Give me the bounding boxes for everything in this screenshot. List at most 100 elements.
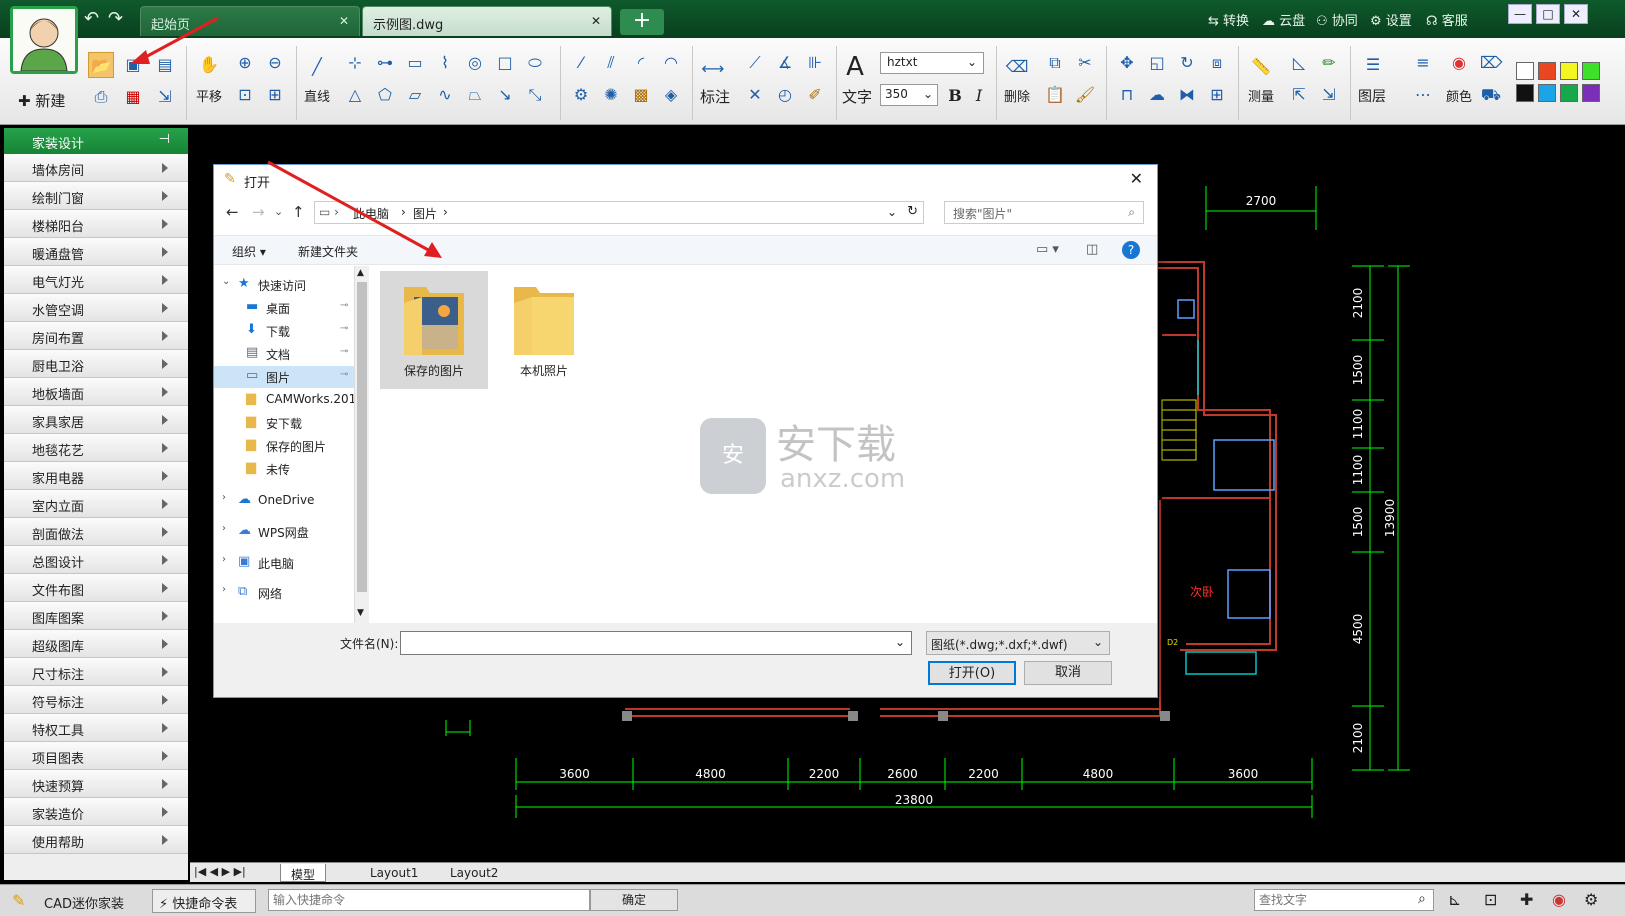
- aligned-dim-icon[interactable]: ⟋: [742, 50, 768, 76]
- sidebar-item[interactable]: 暖通盘管: [4, 238, 188, 266]
- swatch-green[interactable]: [1582, 62, 1600, 80]
- sidebar-item[interactable]: 楼梯阳台: [4, 210, 188, 238]
- collab-link[interactable]: ⚇ 协同: [1316, 10, 1358, 29]
- tab-layout2[interactable]: Layout2: [440, 864, 508, 882]
- import-icon[interactable]: ⇱: [1286, 82, 1312, 108]
- revcloud-icon[interactable]: ✺: [598, 82, 624, 108]
- sidebar-item[interactable]: 地板墙面: [4, 378, 188, 406]
- node-icon[interactable]: ⊶: [372, 50, 398, 76]
- dialog-search-input[interactable]: 搜索"图片" ⌕: [944, 201, 1144, 224]
- layers-icon[interactable]: ☰: [1360, 52, 1386, 78]
- radius-icon[interactable]: ◴: [772, 82, 798, 108]
- text-label[interactable]: 文字: [842, 86, 872, 107]
- triangle-icon[interactable]: △: [342, 82, 368, 108]
- sidebar-item[interactable]: 项目图表: [4, 742, 188, 770]
- swatch-yellow[interactable]: [1560, 62, 1578, 80]
- sidebar-item[interactable]: 快速预算: [4, 770, 188, 798]
- sidebar-item[interactable]: 文件布图: [4, 574, 188, 602]
- tab-start[interactable]: 起始页 ✕: [140, 6, 360, 36]
- layer-label[interactable]: 图层: [1358, 86, 1386, 106]
- nav-item[interactable]: ▆ 未传: [214, 458, 354, 480]
- nav-item[interactable]: ▤ 文档 ⊸: [214, 343, 354, 365]
- tab-model[interactable]: 模型: [280, 864, 327, 882]
- pencil-icon[interactable]: ✏: [1316, 50, 1342, 76]
- nav-item[interactable]: ▆ CAMWorks.2019: [214, 389, 354, 411]
- curve-icon[interactable]: ∿: [432, 82, 458, 108]
- swatch-red[interactable]: [1538, 62, 1556, 80]
- pin-icon[interactable]: ⊸: [340, 300, 348, 311]
- pin-icon[interactable]: ⊸: [340, 323, 348, 334]
- sidebar-item[interactable]: 室内立面: [4, 490, 188, 518]
- pentagon-icon[interactable]: ⬠: [372, 82, 398, 108]
- polyline-icon[interactable]: ⊹: [342, 50, 368, 76]
- cross-icon[interactable]: ✕: [742, 82, 768, 108]
- find-text-input[interactable]: [1254, 889, 1434, 911]
- swatch-purple[interactable]: [1582, 84, 1600, 102]
- convert-link[interactable]: ⇆ 转换: [1208, 10, 1249, 29]
- minimize-button[interactable]: —: [1508, 4, 1532, 24]
- snap-icon[interactable]: ⊡: [1484, 890, 1497, 909]
- scroll-thumb[interactable]: [357, 282, 367, 592]
- nav-item[interactable]: ▆ 保存的图片: [214, 435, 354, 457]
- ray-icon[interactable]: ↘: [492, 82, 518, 108]
- pdf-icon[interactable]: ▦: [120, 84, 146, 110]
- sidebar-item[interactable]: 厨电卫浴: [4, 350, 188, 378]
- chevron-down-icon[interactable]: ⌄: [887, 205, 897, 219]
- back-icon[interactable]: ←: [226, 203, 239, 221]
- rect-icon[interactable]: ▭: [402, 50, 428, 76]
- nav-item[interactable]: ▣ › 此电脑: [214, 552, 354, 574]
- paste-icon[interactable]: 📋: [1042, 82, 1068, 108]
- breadcrumb-item[interactable]: 图片: [413, 205, 437, 222]
- sidebar-item[interactable]: 水管空调: [4, 294, 188, 322]
- preview-pane-icon[interactable]: ◫: [1086, 242, 1098, 257]
- export-icon[interactable]: ⇲: [152, 84, 178, 110]
- open-icon[interactable]: 📂: [88, 52, 114, 78]
- print-icon[interactable]: ⎙: [88, 84, 114, 110]
- close-icon[interactable]: ✕: [339, 14, 349, 28]
- gear-icon[interactable]: ⚙: [568, 82, 594, 108]
- dim-label[interactable]: 标注: [700, 86, 730, 107]
- up-icon[interactable]: ↑: [292, 203, 305, 221]
- save-icon[interactable]: ▣: [120, 52, 146, 78]
- search-icon[interactable]: ⌕: [1418, 891, 1426, 907]
- filename-input[interactable]: ⌄: [400, 631, 912, 655]
- ok-button[interactable]: 确定: [590, 889, 678, 911]
- square-icon[interactable]: □: [492, 50, 518, 76]
- sidebar-item[interactable]: 地毯花艺: [4, 434, 188, 462]
- save-as-icon[interactable]: ▤: [152, 52, 178, 78]
- folder-item[interactable]: 保存的图片: [380, 271, 488, 389]
- expand-icon[interactable]: ›: [222, 584, 226, 595]
- forward-icon[interactable]: →: [252, 203, 265, 221]
- brush-icon[interactable]: 🖌: [1072, 82, 1098, 108]
- angle-dim-icon[interactable]: ∡: [772, 50, 798, 76]
- spline-icon[interactable]: ⌇: [432, 50, 458, 76]
- sidebar-item[interactable]: 家用电器: [4, 462, 188, 490]
- fillet-icon[interactable]: ◜: [628, 50, 654, 76]
- color-icon[interactable]: ◉: [1552, 890, 1566, 909]
- command-input[interactable]: [268, 889, 590, 911]
- swatch-black[interactable]: [1516, 84, 1534, 102]
- sidebar-item[interactable]: 剖面做法: [4, 518, 188, 546]
- close-icon[interactable]: ✕: [1130, 169, 1143, 188]
- circle-icon[interactable]: ◎: [462, 50, 488, 76]
- sidebar-title[interactable]: 家装设计 ⊣: [4, 128, 188, 154]
- nav-item[interactable]: ☁ › WPS网盘: [214, 521, 354, 543]
- linetype-icon[interactable]: ≡: [1410, 50, 1436, 76]
- sidebar-item[interactable]: 超级图库: [4, 630, 188, 658]
- sidebar-item[interactable]: 使用帮助: [4, 826, 188, 854]
- nav-scrollbar[interactable]: ▲ ▼: [354, 266, 369, 623]
- chevron-down-icon[interactable]: ⌄: [895, 635, 905, 649]
- arc-icon[interactable]: ◠: [658, 50, 684, 76]
- font-size-select[interactable]: 350 ⌄: [880, 84, 938, 106]
- add-tab-button[interactable]: +: [620, 9, 664, 35]
- sidebar-item[interactable]: 房间布置: [4, 322, 188, 350]
- swatch-white[interactable]: [1516, 62, 1534, 80]
- array-icon[interactable]: ⧈: [1204, 50, 1230, 76]
- nav-item[interactable]: ☁ › OneDrive: [214, 490, 354, 512]
- pan-label[interactable]: 平移: [196, 86, 222, 105]
- sidebar-item[interactable]: 电气灯光: [4, 266, 188, 294]
- font-select[interactable]: hztxt ⌄: [880, 52, 984, 74]
- refresh-icon[interactable]: ↻: [907, 204, 918, 219]
- pan-icon[interactable]: ✋: [196, 52, 222, 78]
- new-folder-button[interactable]: 新建文件夹: [298, 243, 358, 260]
